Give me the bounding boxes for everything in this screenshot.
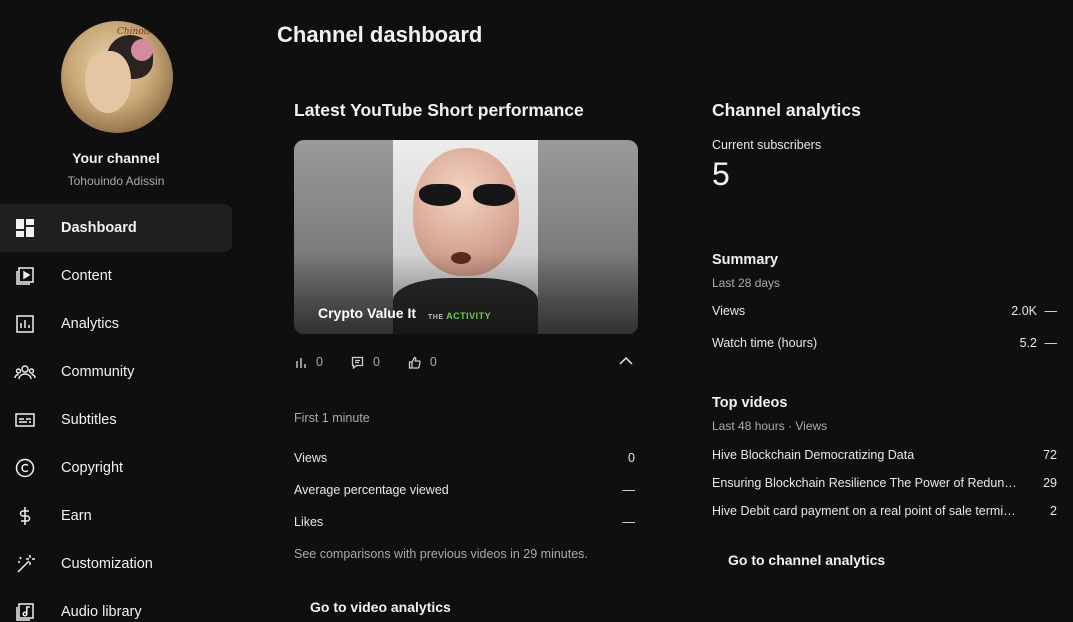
top-video-row[interactable]: Hive Debit card payment on a real point … xyxy=(712,504,1057,518)
sidebar-item-copyright[interactable]: Copyright xyxy=(0,444,232,492)
views-count: 0 xyxy=(316,355,323,369)
metric-label: Views xyxy=(294,451,328,465)
magic-wand-icon xyxy=(14,553,36,575)
thumbnail-watermark: THE ACTIVITY xyxy=(428,311,491,321)
avatar-flower xyxy=(131,39,153,61)
top-video-views: 29 xyxy=(1043,476,1057,490)
summary-value: 2.0K xyxy=(1011,304,1037,318)
go-to-channel-analytics-button[interactable]: Go to channel analytics xyxy=(712,544,901,576)
metric-label: Likes xyxy=(294,515,324,529)
chevron-up-icon xyxy=(619,355,633,369)
subscribers-count: 5 xyxy=(712,156,730,192)
sidebar-item-label: Audio library xyxy=(61,604,142,620)
top-video-title: Hive Blockchain Democratizing Data xyxy=(712,448,915,462)
sidebar-item-dashboard[interactable]: Dashboard xyxy=(0,204,232,252)
sidebar-item-label: Earn xyxy=(61,508,92,524)
sidebar-item-label: Analytics xyxy=(61,316,120,332)
sidebar-item-community[interactable]: Community xyxy=(0,348,232,396)
sidebar-item-subtitles[interactable]: Subtitles xyxy=(0,396,232,444)
top-video-title: Ensuring Blockchain Resilience The Power… xyxy=(712,476,1027,490)
sidebar-item-label: Community xyxy=(61,364,135,380)
sidebar-item-label: Customization xyxy=(61,556,153,572)
analytics-icon xyxy=(14,313,36,335)
channel-title[interactable]: Your channel xyxy=(0,150,232,166)
short-thumbnail[interactable]: Crypto Value It THE ACTIVITY xyxy=(294,140,638,334)
metric-label: Average percentage viewed xyxy=(294,483,449,497)
short-video-title: Crypto Value It xyxy=(318,305,417,321)
community-icon xyxy=(14,361,36,383)
sidebar-item-label: Dashboard xyxy=(61,220,137,236)
comments-count: 0 xyxy=(372,355,380,369)
summary-label: Watch time (hours) xyxy=(712,336,818,350)
channel-handle: Tohouindo Adissin xyxy=(67,174,165,188)
sidebar-item-audio-library[interactable]: Audio library xyxy=(0,588,232,622)
metric-value: 0 xyxy=(628,451,635,465)
top-video-row[interactable]: Ensuring Blockchain Resilience The Power… xyxy=(712,476,1057,490)
content-icon xyxy=(14,265,36,287)
comparison-note: See comparisons with previous videos in … xyxy=(294,547,588,561)
copyright-icon xyxy=(14,457,36,479)
metric-value: — xyxy=(622,483,636,497)
collapse-button[interactable] xyxy=(616,352,636,372)
dollar-icon xyxy=(14,505,36,527)
views-stat: 0 xyxy=(294,355,323,369)
short-card-title: Latest YouTube Short performance xyxy=(294,100,584,120)
likes-count: 0 xyxy=(429,355,437,369)
avatar-face xyxy=(85,51,131,113)
top-video-row[interactable]: Hive Blockchain Democratizing Data 72 xyxy=(712,448,1057,462)
watermark-text: ACTIVITY xyxy=(446,311,492,321)
top-videos-title: Top videos xyxy=(712,395,788,411)
short-stats-row: 0 0 0 xyxy=(294,352,638,372)
metric-value: — xyxy=(622,515,636,529)
top-video-views: 2 xyxy=(1050,504,1057,518)
summary-value: 5.2 xyxy=(1019,336,1037,350)
watermark-small: THE xyxy=(428,314,444,321)
bar-chart-icon xyxy=(294,355,308,369)
thumbnail-sunglasses xyxy=(419,184,515,208)
metric-row-likes: Likes — xyxy=(294,515,635,529)
summary-title: Summary xyxy=(712,252,779,268)
sidebar-item-label: Content xyxy=(61,268,112,284)
sidebar-item-earn[interactable]: Earn xyxy=(0,492,232,540)
sidebar-item-label: Copyright xyxy=(61,460,124,476)
sidebar: Chinoise Your channel Tohouindo Adissin … xyxy=(0,0,248,622)
sidebar-nav: Dashboard Content Analytics Community Su… xyxy=(0,204,232,622)
channel-avatar[interactable]: Chinoise xyxy=(61,21,173,133)
comment-icon xyxy=(351,355,365,369)
metrics-period: First 1 minute xyxy=(294,411,370,425)
dashboard-icon xyxy=(14,217,36,239)
thumbnail-gradient xyxy=(294,254,638,334)
summary-row-views: Views 2.0K — xyxy=(712,304,1057,318)
analytics-card-title: Channel analytics xyxy=(712,100,861,120)
audio-library-icon xyxy=(14,601,36,622)
summary-label: Views xyxy=(712,304,746,318)
summary-period: Last 28 days xyxy=(712,276,781,290)
subscribers-label: Current subscribers xyxy=(712,138,822,152)
metric-row-views: Views 0 xyxy=(294,451,635,465)
sidebar-item-label: Subtitles xyxy=(61,412,117,428)
top-video-views: 72 xyxy=(1043,448,1057,462)
avatar-text: Chinoise xyxy=(117,27,157,37)
sidebar-item-content[interactable]: Content xyxy=(0,252,232,300)
summary-trend: — xyxy=(1044,304,1058,318)
top-video-title: Hive Debit card payment on a real point … xyxy=(712,504,1020,518)
summary-trend: — xyxy=(1044,336,1058,350)
go-to-video-analytics-button[interactable]: Go to video analytics xyxy=(294,591,467,622)
sidebar-item-customization[interactable]: Customization xyxy=(0,540,232,588)
comments-stat: 0 xyxy=(351,355,380,369)
summary-row-watch-time: Watch time (hours) 5.2 — xyxy=(712,336,1057,350)
sidebar-item-analytics[interactable]: Analytics xyxy=(0,300,232,348)
thumbs-up-icon xyxy=(408,355,422,369)
top-videos-period: Last 48 hours · Views xyxy=(712,419,828,433)
subtitles-icon xyxy=(14,409,36,431)
metric-row-avg-percentage: Average percentage viewed — xyxy=(294,483,635,497)
page-title: Channel dashboard xyxy=(277,22,483,47)
likes-stat: 0 xyxy=(408,355,437,369)
